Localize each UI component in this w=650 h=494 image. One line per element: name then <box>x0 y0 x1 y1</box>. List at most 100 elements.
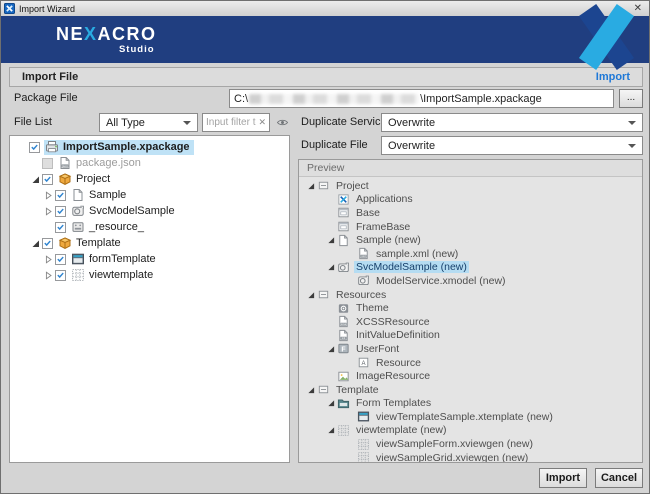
preview-item-label: Sample (new) <box>354 234 423 246</box>
preview-tree-item[interactable]: xcssXCSSResource <box>299 315 642 329</box>
preview-item-label: Resource <box>374 357 423 369</box>
preview-tree-item[interactable]: viewSampleForm.xviewgen (new) <box>299 437 642 451</box>
node-icon <box>317 179 330 192</box>
clear-filter-icon[interactable]: ✕ <box>256 117 266 128</box>
package-file-input[interactable]: C:\ \ImportSample.xpackage <box>229 89 614 108</box>
preview-item-label: XCSSResource <box>354 316 432 328</box>
tree-item-label: _resource_ <box>88 221 145 233</box>
tree-item[interactable]: Sample <box>10 187 289 203</box>
expander-expanded-icon[interactable] <box>325 398 336 409</box>
preview-tree-item[interactable]: ImageResource <box>299 369 642 383</box>
preview-tree-item[interactable]: Project <box>299 179 642 193</box>
close-icon[interactable]: ✕ <box>634 1 642 16</box>
form-template-icon <box>71 252 85 266</box>
view-template-icon <box>357 451 370 463</box>
tree-item[interactable]: Template <box>10 235 289 251</box>
checkbox[interactable] <box>55 222 66 233</box>
expander-collapsed-icon[interactable] <box>42 189 55 201</box>
tree-item[interactable]: SvcModelSample <box>10 203 289 219</box>
preview-tree-item[interactable]: SvcModelSample (new) <box>299 261 642 275</box>
preview-item-label: FrameBase <box>354 221 412 233</box>
expander-expanded-icon[interactable] <box>325 235 336 246</box>
form-template-icon <box>357 410 370 423</box>
tree-item[interactable]: jsonpackage.json <box>10 155 289 171</box>
preview-tree-item[interactable]: A Resource <box>299 356 642 370</box>
tree-item[interactable]: ImportSample.xpackage <box>10 139 289 155</box>
expander-expanded-icon[interactable] <box>305 180 316 191</box>
checkbox[interactable] <box>42 158 53 169</box>
item-content: Sample <box>70 188 130 203</box>
expander-spacer <box>325 221 336 232</box>
item-content: _resource_ <box>70 220 148 235</box>
preview-tree-item[interactable]: init InitValueDefinition <box>299 329 642 343</box>
checkbox[interactable] <box>42 174 53 185</box>
preview-tree-item[interactable]: viewTemplateSample.xtemplate (new) <box>299 410 642 424</box>
filter-field: ✕ <box>202 113 270 132</box>
preview-tree-item[interactable]: Theme <box>299 301 642 315</box>
expander-expanded-icon[interactable] <box>305 384 316 395</box>
preview-item-label: InitValueDefinition <box>354 329 442 341</box>
brand-logo: NEXACRO Studio <box>56 25 157 55</box>
tree-item[interactable]: Project <box>10 171 289 187</box>
checkbox[interactable] <box>42 238 53 249</box>
tree-item[interactable]: formTemplate <box>10 251 289 267</box>
svcmodel-icon <box>357 274 370 287</box>
node-icon <box>317 288 330 301</box>
preview-tree-item[interactable]: xmlsample.xml (new) <box>299 247 642 261</box>
preview-tree-item[interactable]: Resources <box>299 288 642 302</box>
preview-tree-item[interactable]: Sample (new) <box>299 233 642 247</box>
tree-item[interactable]: _resource_ <box>10 219 289 235</box>
preview-tree-item[interactable]: Applications <box>299 193 642 207</box>
tree-item[interactable]: viewtemplate <box>10 267 289 283</box>
tree-item-label: formTemplate <box>88 253 157 265</box>
preview-tree-item[interactable]: ModelService.xmodel (new) <box>299 274 642 288</box>
tree-item-label: Template <box>75 237 122 249</box>
item-content: formTemplate <box>70 252 160 267</box>
file-type-select[interactable]: All Type <box>99 113 198 132</box>
checkbox[interactable] <box>55 206 66 217</box>
svg-text:A: A <box>361 361 365 367</box>
duplicate-service-label: Duplicate Service <box>301 116 387 128</box>
tree-item-label: Sample <box>88 189 127 201</box>
expander-collapsed-icon[interactable] <box>42 253 55 265</box>
expander-spacer <box>325 207 336 218</box>
import-button[interactable]: Import <box>539 468 587 488</box>
preview-tree-item[interactable]: viewtemplate (new) <box>299 424 642 438</box>
preview-item-label: ModelService.xmodel (new) <box>374 275 508 287</box>
item-content: jsonpackage.json <box>57 156 145 171</box>
expander-expanded-icon[interactable] <box>29 173 42 185</box>
cancel-button[interactable]: Cancel <box>595 468 643 488</box>
browse-button[interactable]: ... <box>619 89 643 108</box>
filter-input[interactable] <box>206 117 256 128</box>
expander-expanded-icon[interactable] <box>305 289 316 300</box>
path-prefix: C:\ <box>234 93 248 105</box>
import-link[interactable]: Import <box>596 71 630 83</box>
duplicate-file-select[interactable]: Overwrite <box>381 136 643 155</box>
svcmodel-icon <box>71 204 85 218</box>
image-icon <box>337 370 350 383</box>
preview-tree-item[interactable]: FrameBase <box>299 220 642 234</box>
checkbox[interactable] <box>55 190 66 201</box>
preview-tree-item[interactable]: Base <box>299 206 642 220</box>
duplicate-service-select[interactable]: Overwrite <box>381 113 643 132</box>
preview-tree-item[interactable]: viewSampleGrid.xviewgen (new) <box>299 451 642 463</box>
expander-expanded-icon[interactable] <box>325 343 336 354</box>
section-title: Import File <box>22 71 78 83</box>
expander-expanded-icon[interactable] <box>29 237 42 249</box>
preview-item-label: Base <box>354 207 382 219</box>
expander-collapsed-icon[interactable] <box>42 269 55 281</box>
preview-item-label: Resources <box>334 289 388 301</box>
preview-title: Preview <box>307 162 344 174</box>
checkbox[interactable] <box>29 142 40 153</box>
expander-expanded-icon[interactable] <box>325 262 336 273</box>
preview-tree-item[interactable]: FUserFont <box>299 342 642 356</box>
xml-file-icon: xml <box>357 247 370 260</box>
checkbox[interactable] <box>55 254 66 265</box>
preview-tree-item[interactable]: Template <box>299 383 642 397</box>
init-file-icon: init <box>337 329 350 342</box>
expander-expanded-icon[interactable] <box>325 425 336 436</box>
expander-collapsed-icon[interactable] <box>42 205 55 217</box>
preview-eye-button[interactable] <box>273 113 291 132</box>
preview-tree-item[interactable]: Form Templates <box>299 397 642 411</box>
checkbox[interactable] <box>55 270 66 281</box>
